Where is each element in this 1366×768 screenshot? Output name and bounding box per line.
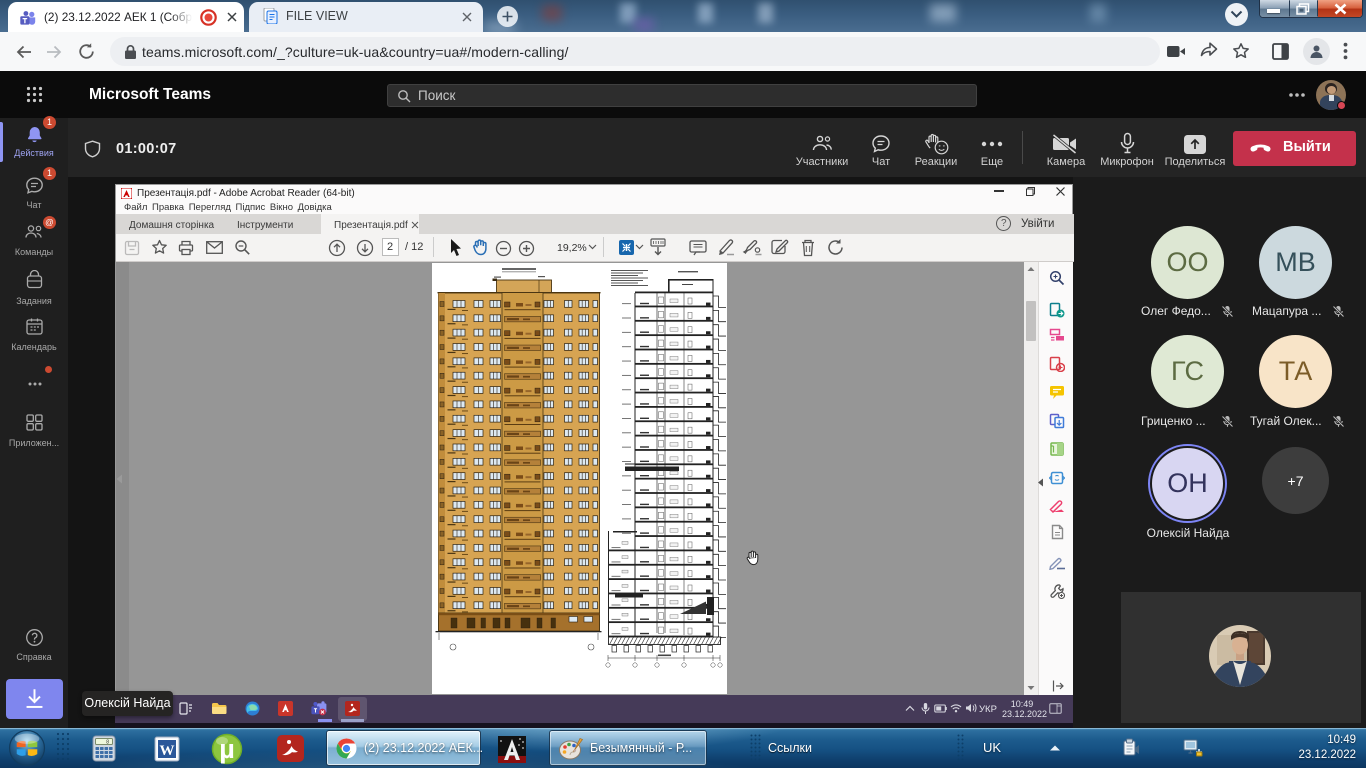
svg-text:W: W — [160, 743, 175, 759]
svg-text:8: 8 — [106, 740, 109, 746]
